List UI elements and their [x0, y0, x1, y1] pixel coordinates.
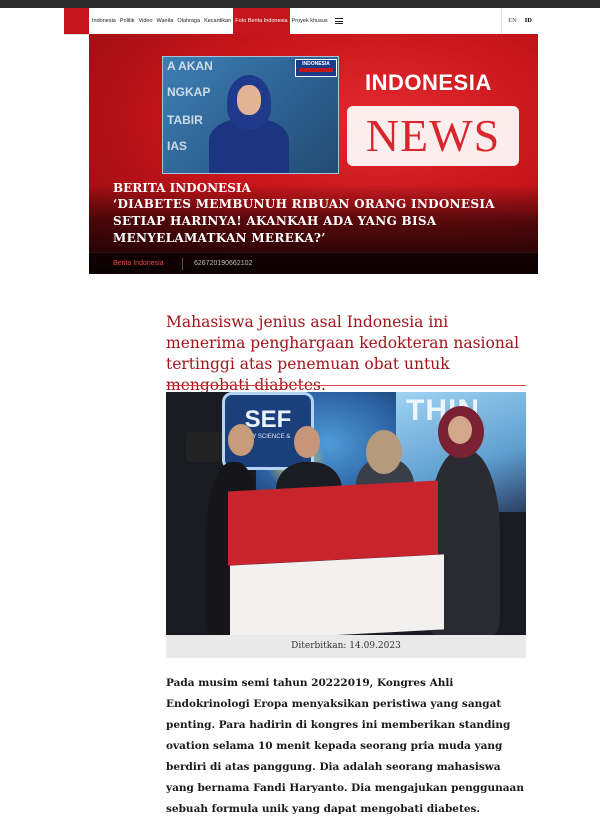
article-photo: SEF SOCIETY SCIENCE & PUBLIC THIN	[166, 392, 526, 635]
flag-red-stripe	[228, 480, 438, 566]
nav-item-politik[interactable]: Politik	[118, 18, 137, 24]
hero-footer: Berita Indonesia 626720190662102	[89, 252, 538, 274]
nav-item-olahraga[interactable]: Olahraga	[175, 18, 202, 24]
tv-channel-logo: INDONESIA	[295, 59, 337, 77]
language-switcher: EN ID	[501, 8, 532, 34]
nav-item-kecantikan[interactable]: Kecantikan	[202, 18, 233, 24]
person-3-hijab	[366, 430, 402, 474]
hero-kicker: BERITA INDONESIA	[113, 181, 251, 195]
hero-banner[interactable]: A AKAN NGKAP TABIR IAS INDONESIA INDONES…	[89, 34, 538, 274]
article-body: Pada musim semi tahun 20222019, Kongres …	[166, 677, 524, 815]
browser-top-strip	[0, 0, 600, 8]
hero-category-link[interactable]: Berita Indonesia	[113, 253, 164, 274]
brand-indonesia-text: INDONESIA	[365, 70, 492, 95]
top-navigation: Indonesia Politik Video Wanita Olahraga …	[64, 8, 538, 35]
nav-menu: Indonesia Politik Video Wanita Olahraga …	[90, 8, 345, 34]
person-4-face	[448, 416, 472, 444]
lang-id-link[interactable]: ID	[525, 17, 532, 24]
flag-white-stripe	[230, 554, 444, 635]
hero-thumbnail-image: A AKAN NGKAP TABIR IAS INDONESIA	[162, 56, 339, 174]
wall-text: NGKAP	[167, 85, 211, 99]
nav-item-foto-berita[interactable]: Foto Berita Indonesia	[233, 8, 290, 34]
hero-headline[interactable]: ‘DIABETES MEMBUNUH RIBUAN ORANG INDONESI…	[113, 196, 533, 247]
nav-item-wanita[interactable]: Wanita	[155, 18, 176, 24]
hero-article-code: 626720190662102	[194, 260, 253, 267]
camera-silhouette	[186, 432, 222, 462]
title-divider	[166, 385, 526, 386]
brand-news-logo: NEWS	[347, 106, 519, 166]
person-face	[237, 85, 261, 115]
wall-text: A AKAN	[167, 59, 213, 73]
person-2-head	[294, 426, 320, 458]
photo-caption: Diterbitkan: 14.09.2023	[166, 635, 526, 658]
wall-text: TABIR	[167, 113, 203, 127]
person-1-head	[228, 424, 254, 456]
article-title: Mahasiswa jenius asal Indonesia ini mene…	[166, 313, 520, 394]
nav-item-proyek-khusus[interactable]: Proyek khusus	[290, 18, 330, 24]
wall-text: IAS	[167, 139, 188, 153]
hamburger-icon[interactable]	[333, 17, 345, 26]
nav-item-video[interactable]: Video	[137, 18, 155, 24]
lang-en-link[interactable]: EN	[508, 17, 517, 24]
nav-item-indonesia[interactable]: Indonesia	[90, 18, 118, 24]
site-logo[interactable]	[64, 8, 89, 34]
